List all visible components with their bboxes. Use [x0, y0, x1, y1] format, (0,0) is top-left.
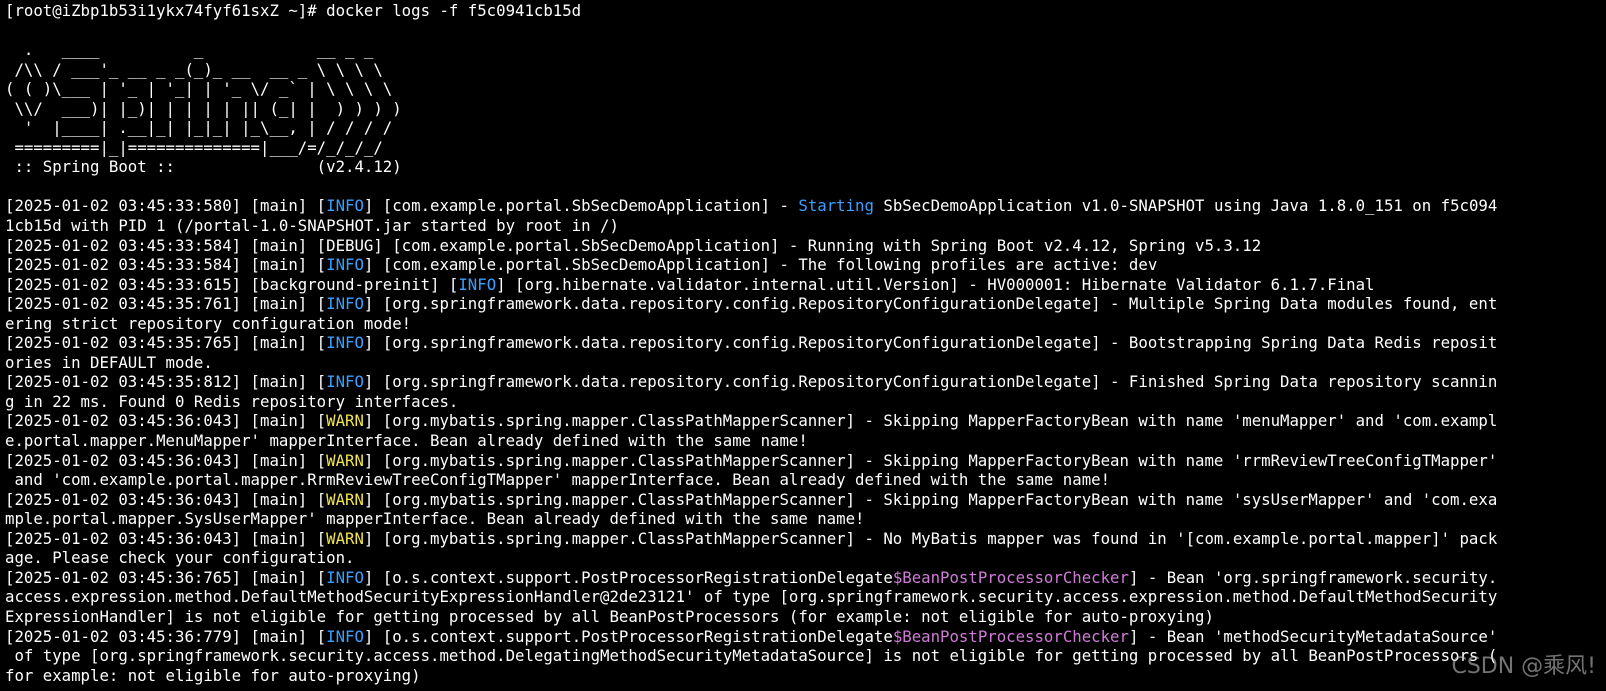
shell-prompt: [root@iZbp1b53i1ykx74fyf61sxZ ~]# docker…: [5, 1, 582, 20]
log-line: ExpressionHandler] is not eligible for g…: [5, 607, 1606, 627]
log-line: [2025-01-02 03:45:35:761] [main] [INFO] …: [5, 294, 1606, 314]
log-line: ering strict repository configuration mo…: [5, 314, 1606, 334]
log-text: SbSecDemoApplication v1.0-SNAPSHOT using…: [873, 196, 1498, 216]
log-text: [2025-01-02 03:45:36:043] [main] [: [5, 528, 327, 548]
log-text: ] [com.example.portal.SbSecDemoApplicati…: [363, 196, 799, 216]
log-level: WARN: [326, 489, 364, 509]
log-level: WARN: [326, 411, 364, 431]
banner-line: ( ( )\___ | '_ | '_| | '_ \/ _` | \ \ \ …: [5, 79, 393, 99]
log-line: access.expression.method.DefaultMethodSe…: [5, 587, 1606, 607]
log-level: INFO: [326, 255, 364, 275]
log-text: ] - Bean 'org.springframework.security.: [1128, 567, 1498, 587]
log-text: [2025-01-02 03:45:36:043] [main] [: [5, 489, 327, 509]
log-line: [2025-01-02 03:45:35:812] [main] [INFO] …: [5, 372, 1606, 392]
log-text: ] - Bean 'methodSecurityMetadataSource': [1128, 626, 1498, 646]
log-line: of type [org.springframework.security.ac…: [5, 646, 1606, 666]
banner-line: \\/ ___)| |_)| | | | | || (_| | ) ) ) ): [5, 98, 402, 118]
log-output: [2025-01-02 03:45:33:580] [main] [INFO] …: [5, 196, 1606, 685]
spring-banner: . ____ _ __ _ _ /\\ / ___'_ __ _ _(_)_ _…: [5, 21, 1606, 197]
log-line: g in 22 ms. Found 0 Redis repository int…: [5, 392, 1606, 412]
log-text: ] [org.springframework.data.repository.c…: [363, 333, 1498, 353]
log-text: [2025-01-02 03:45:35:812] [main] [: [5, 372, 327, 392]
log-line: [2025-01-02 03:45:36:043] [main] [WARN] …: [5, 529, 1606, 549]
log-line: and 'com.example.portal.mapper.RrmReview…: [5, 470, 1606, 490]
log-text: [2025-01-02 03:45:36:043] [main] [: [5, 450, 327, 470]
log-text: [2025-01-02 03:45:33:580] [main] [: [5, 196, 327, 216]
log-text: ] [org.mybatis.spring.mapper.ClassPathMa…: [363, 489, 1498, 509]
log-level: INFO: [326, 567, 364, 587]
log-line: [2025-01-02 03:45:36:043] [main] [WARN] …: [5, 451, 1606, 471]
log-line: [2025-01-02 03:45:36:043] [main] [WARN] …: [5, 490, 1606, 510]
log-line: [2025-01-02 03:45:33:584] [main] [INFO] …: [5, 255, 1606, 275]
log-line: for example: not eligible for auto-proxy…: [5, 666, 1606, 686]
log-text: ] [org.mybatis.spring.mapper.ClassPathMa…: [363, 411, 1498, 431]
log-line: [2025-01-02 03:45:36:043] [main] [WARN] …: [5, 411, 1606, 431]
banner-line: . ____ _ __ _ _: [5, 40, 374, 60]
log-line: [2025-01-02 03:45:35:765] [main] [INFO] …: [5, 333, 1606, 353]
banner-line: =========|_|==============|___/=/_/_/_/: [5, 137, 383, 157]
log-text: [2025-01-02 03:45:36:779] [main] [: [5, 626, 327, 646]
log-line: ories in DEFAULT mode.: [5, 353, 1606, 373]
banner-line: [5, 21, 1606, 41]
banner-line: /\\ / ___'_ __ _ _(_)_ __ __ _ \ \ \ \: [5, 59, 383, 79]
log-text: [2025-01-02 03:45:33:584] [main] [DEBUG]…: [5, 235, 1262, 255]
log-line: [2025-01-02 03:45:33:580] [main] [INFO] …: [5, 196, 1606, 216]
log-level: WARN: [326, 450, 364, 470]
log-text: ] [org.mybatis.spring.mapper.ClassPathMa…: [363, 528, 1498, 548]
banner-line: ' |____| .__|_| |_|_| |_\__, | / / / /: [5, 118, 393, 138]
log-line: 1cb15d with PID 1 (/portal-1.0-SNAPSHOT.…: [5, 216, 1606, 236]
log-text: of type [org.springframework.security.ac…: [5, 646, 1498, 666]
banner-line: :: Spring Boot :: (v2.4.12): [5, 157, 402, 177]
log-text: ering strict repository configuration mo…: [5, 313, 412, 333]
log-text: mple.portal.mapper.SysUserMapper' mapper…: [5, 509, 865, 529]
log-text: ExpressionHandler] is not eligible for g…: [5, 606, 1214, 626]
log-line: age. Please check your configuration.: [5, 548, 1606, 568]
log-text: ] [o.s.context.support.PostProcessorRegi…: [363, 567, 893, 587]
log-text: [2025-01-02 03:45:36:043] [main] [: [5, 411, 327, 431]
log-text: ] [o.s.context.support.PostProcessorRegi…: [363, 626, 893, 646]
log-text: 1cb15d with PID 1 (/portal-1.0-SNAPSHOT.…: [5, 216, 619, 236]
log-highlight: $BeanPostProcessorChecker: [892, 626, 1129, 646]
log-text: [2025-01-02 03:45:35:765] [main] [: [5, 333, 327, 353]
log-line: mple.portal.mapper.SysUserMapper' mapper…: [5, 509, 1606, 529]
log-level: INFO: [326, 333, 364, 353]
log-text: g in 22 ms. Found 0 Redis repository int…: [5, 391, 459, 411]
terminal-window[interactable]: [root@iZbp1b53i1ykx74fyf61sxZ ~]# docker…: [0, 0, 1606, 691]
log-level: INFO: [326, 372, 364, 392]
log-level: INFO: [326, 196, 364, 216]
log-text: ] [org.springframework.data.repository.c…: [363, 294, 1498, 314]
log-text: [2025-01-02 03:45:33:584] [main] [: [5, 255, 327, 275]
log-line: [2025-01-02 03:45:33:584] [main] [DEBUG]…: [5, 236, 1606, 256]
log-text: for example: not eligible for auto-proxy…: [5, 665, 421, 685]
banner-line: [5, 177, 1606, 197]
log-text: [2025-01-02 03:45:36:765] [main] [: [5, 567, 327, 587]
log-level: INFO: [458, 274, 497, 294]
log-text: access.expression.method.DefaultMethodSe…: [5, 587, 1498, 607]
log-highlight: $BeanPostProcessorChecker: [892, 567, 1129, 587]
log-line: e.portal.mapper.MenuMapper' mapperInterf…: [5, 431, 1606, 451]
log-level: WARN: [326, 528, 364, 548]
log-text: age. Please check your configuration.: [5, 548, 355, 568]
log-text: ] [org.hibernate.validator.internal.util…: [496, 274, 1375, 294]
log-text: [2025-01-02 03:45:33:615] [background-pr…: [5, 274, 459, 294]
log-level: INFO: [326, 626, 364, 646]
log-line: [2025-01-02 03:45:36:765] [main] [INFO] …: [5, 568, 1606, 588]
log-text: ] [org.springframework.data.repository.c…: [363, 372, 1498, 392]
csdn-watermark: CSDN @乘风!: [1451, 654, 1596, 680]
log-level: INFO: [326, 294, 364, 314]
log-text: e.portal.mapper.MenuMapper' mapperInterf…: [5, 431, 808, 451]
log-highlight: Starting: [798, 196, 874, 216]
log-line: [2025-01-02 03:45:36:779] [main] [INFO] …: [5, 627, 1606, 647]
log-text: ories in DEFAULT mode.: [5, 352, 213, 372]
log-text: ] [com.example.portal.SbSecDemoApplicati…: [363, 255, 1158, 275]
log-text: [2025-01-02 03:45:35:761] [main] [: [5, 294, 327, 314]
log-line: [2025-01-02 03:45:33:615] [background-pr…: [5, 275, 1606, 295]
shell-prompt-line: [root@iZbp1b53i1ykx74fyf61sxZ ~]# docker…: [5, 1, 1606, 21]
log-text: ] [org.mybatis.spring.mapper.ClassPathMa…: [363, 450, 1498, 470]
log-text: and 'com.example.portal.mapper.RrmReview…: [5, 470, 1111, 490]
